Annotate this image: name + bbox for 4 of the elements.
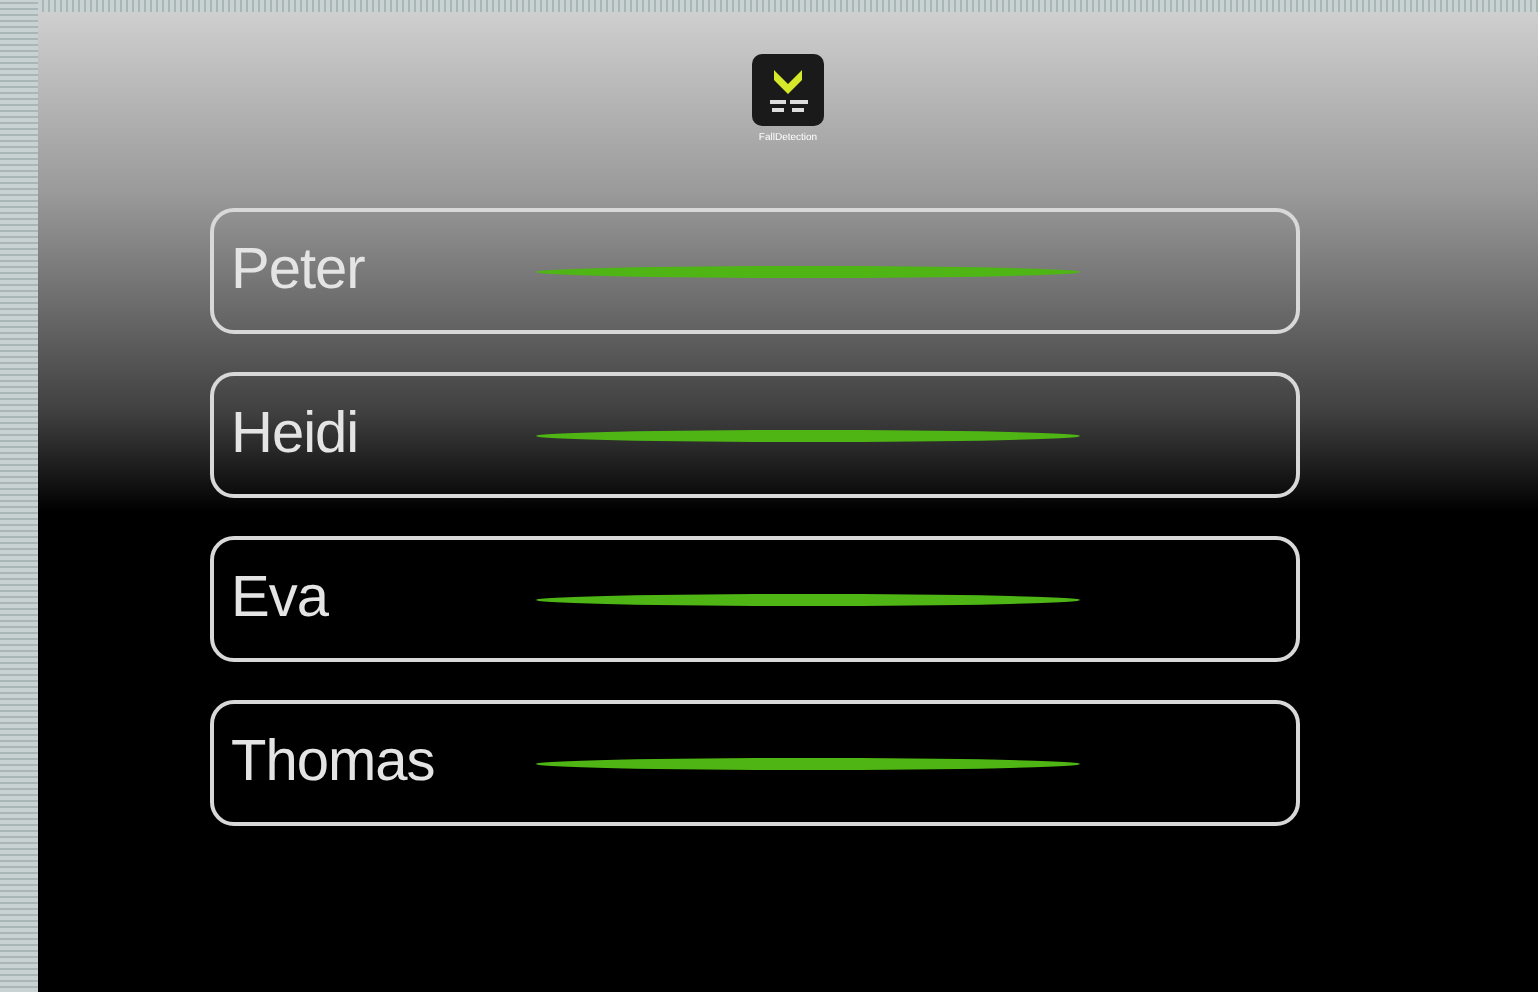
person-row[interactable]: Heidi xyxy=(209,372,1299,498)
person-row[interactable]: Eva xyxy=(209,536,1299,662)
person-row[interactable]: Thomas xyxy=(209,700,1299,826)
app-icon[interactable] xyxy=(752,54,824,126)
